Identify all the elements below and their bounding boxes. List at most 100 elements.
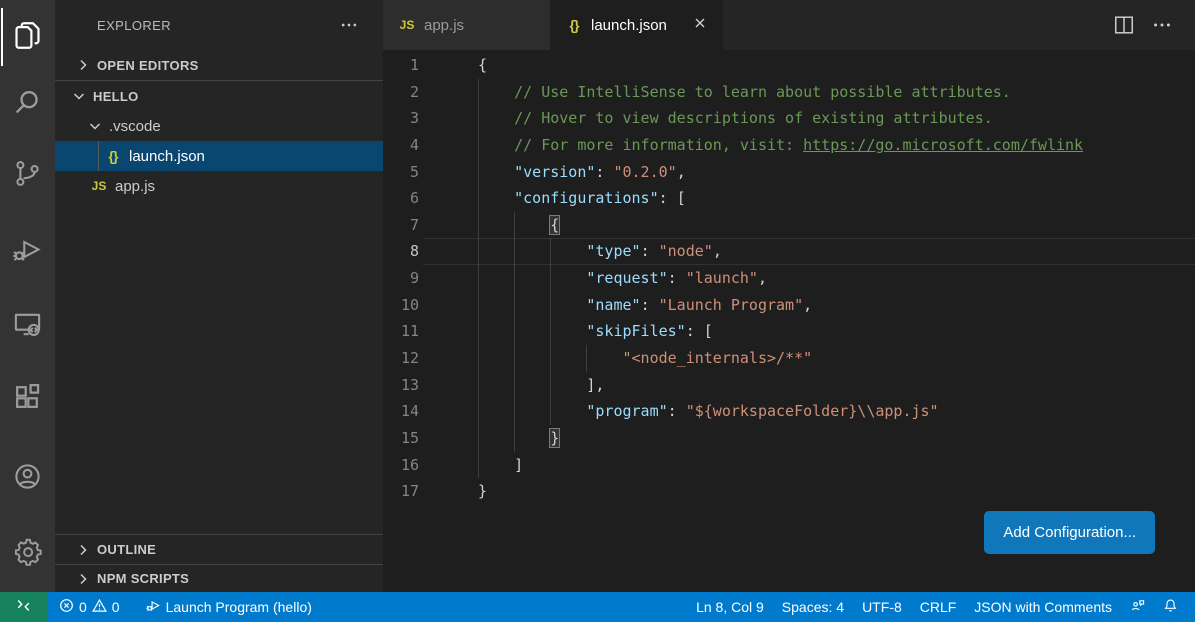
activity-source-control-button[interactable] [0,150,55,202]
code-line-content[interactable]: // Hover to view descriptions of existin… [478,105,1195,132]
tree-item-launch-json[interactable]: {} launch.json [55,141,383,171]
code-line-8[interactable]: 8 "type": "node", [383,238,1195,265]
code-line-content[interactable]: } [478,425,1195,452]
tree-item-vscode-folder[interactable]: .vscode [55,111,383,141]
split-editor-icon[interactable] [1113,14,1135,36]
activity-extensions-button[interactable] [0,373,55,425]
folding-gutter[interactable] [423,425,478,452]
feedback-icon [1130,598,1145,616]
indent-guide [514,238,515,265]
eol-status[interactable]: CRLF [911,592,966,622]
tab-launch-json[interactable]: {} launch.json [550,0,723,50]
code-line-1[interactable]: 1{ [383,52,1195,79]
folding-gutter[interactable] [423,212,478,239]
code-line-content[interactable]: "configurations": [ [478,185,1195,212]
code-line-2[interactable]: 2 // Use IntelliSense to learn about pos… [383,79,1195,106]
code-line-10[interactable]: 10 "name": "Launch Program", [383,292,1195,319]
code-line-content[interactable]: "program": "${workspaceFolder}\\app.js" [478,398,1195,425]
code-link[interactable]: https://go.microsoft.com/fwlink [803,136,1083,154]
code-line-content[interactable]: "<node_internals>/**" [478,345,1195,372]
folding-gutter[interactable] [423,105,478,132]
problems-status[interactable]: 0 0 [50,592,129,622]
folding-gutter[interactable] [423,318,478,345]
debug-launch-status[interactable]: Launch Program (hello) [137,592,321,622]
code-line-13[interactable]: 13 ], [383,372,1195,399]
folding-gutter[interactable] [423,452,478,479]
cursor-position-status[interactable]: Ln 8, Col 9 [687,592,773,622]
activity-run-debug-button[interactable] [0,226,55,278]
indentation-status[interactable]: Spaces: 4 [773,592,853,622]
account-icon [12,461,43,497]
code-punctuation: : [595,163,613,181]
code-line-content[interactable]: { [478,52,1195,79]
folding-gutter[interactable] [423,398,478,425]
code-line-content[interactable]: "type": "node", [478,238,1195,265]
folding-gutter[interactable] [423,185,478,212]
code-line-14[interactable]: 14 "program": "${workspaceFolder}\\app.j… [383,398,1195,425]
code-line-content[interactable]: "request": "launch", [478,265,1195,292]
code-line-15[interactable]: 15 } [383,425,1195,452]
close-icon[interactable] [691,16,709,34]
code-line-content[interactable]: // For more information, visit: https://… [478,132,1195,159]
code-line-3[interactable]: 3 // Hover to view descriptions of exist… [383,105,1195,132]
encoding-status[interactable]: UTF-8 [853,592,911,622]
add-configuration-button[interactable]: Add Configuration... [984,511,1155,554]
activity-search-button[interactable] [0,79,55,131]
code-line-content[interactable]: "name": "Launch Program", [478,292,1195,319]
tab-app-js[interactable]: JS app.js [383,0,550,50]
code-line-content[interactable]: "skipFiles": [ [478,318,1195,345]
section-npm-scripts[interactable]: NPM SCRIPTS [55,564,383,592]
code-comment: // Hover to view descriptions of existin… [514,109,993,127]
ellipsis-icon[interactable] [1151,14,1173,36]
editor-group: JS app.js {} launch.json 1{2 // Use Inte… [383,0,1195,592]
bell-icon [1163,598,1178,616]
activity-settings-button[interactable] [0,528,55,580]
code-line-7[interactable]: 7 { [383,212,1195,239]
code-line-11[interactable]: 11 "skipFiles": [ [383,318,1195,345]
code-line-9[interactable]: 9 "request": "launch", [383,265,1195,292]
search-icon [12,87,43,123]
code-line-4[interactable]: 4 // For more information, visit: https:… [383,132,1195,159]
section-open-editors[interactable]: OPEN EDITORS [55,50,383,81]
code-line-6[interactable]: 6 "configurations": [ [383,185,1195,212]
section-outline[interactable]: OUTLINE [55,534,383,564]
activity-remote-explorer-button[interactable] [0,301,55,353]
code-line-17[interactable]: 17} [383,478,1195,505]
feedback-status[interactable] [1121,592,1154,622]
folding-gutter[interactable] [423,292,478,319]
folding-gutter[interactable] [423,265,478,292]
code-line-content[interactable]: // Use IntelliSense to learn about possi… [478,79,1195,106]
sidebar-header: EXPLORER [55,0,383,50]
code-line-content[interactable]: } [478,478,1195,505]
line-number: 2 [383,79,423,106]
code-line-content[interactable]: "version": "0.2.0", [478,159,1195,186]
code-punctuation: { [550,216,559,234]
code-line-12[interactable]: 12 "<node_internals>/**" [383,345,1195,372]
folding-gutter[interactable] [423,238,478,265]
activity-explorer-button[interactable] [0,12,55,64]
folding-gutter[interactable] [423,345,478,372]
code-line-content[interactable]: ], [478,372,1195,399]
notifications-status[interactable] [1154,592,1187,622]
folding-gutter[interactable] [423,52,478,79]
code-line-16[interactable]: 16 ] [383,452,1195,479]
code-line-5[interactable]: 5 "version": "0.2.0", [383,159,1195,186]
folding-gutter[interactable] [423,478,478,505]
folding-gutter[interactable] [423,372,478,399]
folding-gutter[interactable] [423,132,478,159]
folding-gutter[interactable] [423,79,478,106]
activity-accounts-button[interactable] [0,453,55,505]
folding-gutter[interactable] [423,159,478,186]
tree-item-app-js[interactable]: JS app.js [55,171,383,201]
remote-indicator[interactable] [0,592,47,622]
indent-guide [478,345,479,372]
language-mode-status[interactable]: JSON with Comments [965,592,1121,622]
code-line-content[interactable]: ] [478,452,1195,479]
code-editor[interactable]: 1{2 // Use IntelliSense to learn about p… [383,50,1195,592]
section-workspace-hello[interactable]: HELLO [55,81,383,111]
ellipsis-icon[interactable] [339,15,359,35]
indent-guide [478,79,479,106]
error-icon [59,598,74,616]
code-line-content[interactable]: { [478,212,1195,239]
code-key: "configurations" [514,189,659,207]
